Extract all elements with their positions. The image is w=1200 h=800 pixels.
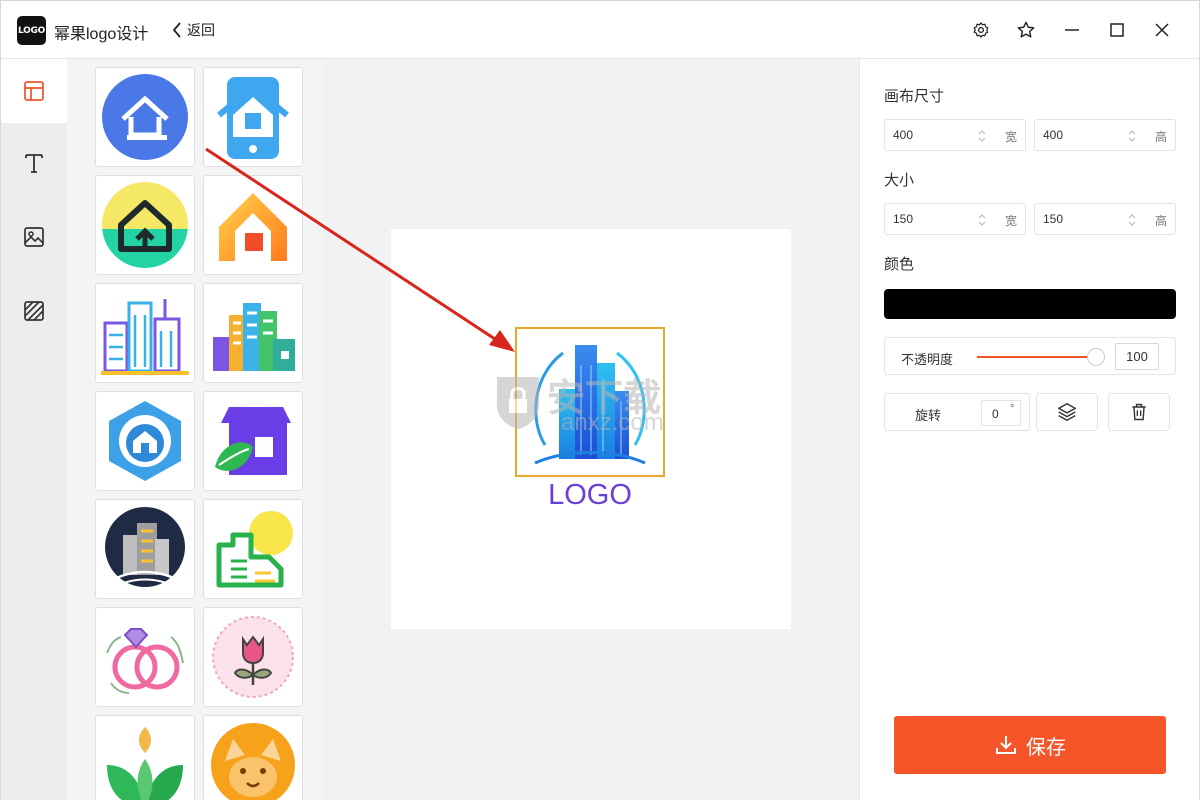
image-icon: [24, 227, 44, 247]
stepper-icon[interactable]: [1127, 212, 1137, 228]
close-icon: [1155, 23, 1169, 37]
house-orange-gradient-icon: [219, 193, 287, 261]
color-picker[interactable]: [884, 289, 1176, 319]
width-unit: 宽: [1004, 130, 1017, 144]
rail-item-image[interactable]: [1, 205, 67, 269]
canvas-width-input[interactable]: 400 宽: [884, 119, 1026, 151]
rose-badge-pink-icon: [212, 616, 294, 698]
watermark-shield-icon: [497, 377, 539, 429]
template-item[interactable]: [203, 715, 303, 800]
design-canvas[interactable]: LOGO 安下载 anxz.com: [391, 229, 791, 629]
house-circle-yellow-green-icon: [102, 182, 188, 268]
template-item[interactable]: [95, 499, 195, 599]
canvas-height-input[interactable]: 400 高: [1034, 119, 1176, 151]
template-item[interactable]: [203, 283, 303, 383]
size-height-input[interactable]: 150 高: [1034, 203, 1176, 235]
back-label: 返回: [187, 22, 215, 38]
stepper-icon[interactable]: [1127, 128, 1137, 144]
tool-rail: [1, 59, 67, 800]
size-width-input[interactable]: 150 宽: [884, 203, 1026, 235]
city-buildings-colorful-icon: [213, 303, 295, 371]
rail-item-templates[interactable]: [1, 59, 67, 123]
rotate-value: 0: [992, 407, 999, 421]
template-item[interactable]: [95, 607, 195, 707]
canvas-width-value: 400: [893, 128, 914, 142]
layers-icon: [1058, 403, 1076, 421]
canvas-area: LOGO 安下载 anxz.com: [323, 59, 859, 800]
fox-orange-circle-icon: [211, 723, 295, 800]
favorite-button[interactable]: [1012, 16, 1040, 44]
rotate-control: 旋转 0 °: [884, 393, 1030, 431]
close-button[interactable]: [1148, 16, 1176, 44]
template-item[interactable]: [203, 67, 303, 167]
rotate-label: 旋转: [915, 408, 942, 423]
size-height-value: 150: [1043, 212, 1064, 226]
template-item[interactable]: [203, 175, 303, 275]
color-label: 颜色: [884, 256, 915, 273]
opacity-input[interactable]: 100: [1115, 343, 1159, 370]
back-button[interactable]: 返回: [171, 18, 215, 42]
opacity-control: 不透明度 100: [884, 337, 1176, 375]
maximize-button[interactable]: [1103, 16, 1131, 44]
app-window: LOGO 幂果logo设计 返回 LOGO 安下载 anxz.com 画布尺寸 …: [0, 0, 1200, 800]
app-logo: LOGO: [17, 16, 46, 45]
save-label: 保存: [1026, 736, 1066, 759]
rail-item-texture[interactable]: [1, 279, 67, 343]
template-item[interactable]: [95, 715, 195, 800]
minimize-icon: [1065, 29, 1079, 31]
opacity-slider-track[interactable]: [977, 356, 1097, 358]
house-phone-blue-icon: [217, 77, 289, 159]
gear-icon: [973, 22, 989, 38]
template-item[interactable]: [95, 391, 195, 491]
minimize-button[interactable]: [1058, 16, 1086, 44]
canvas-size-label: 画布尺寸: [884, 88, 945, 105]
rotate-unit: °: [1010, 403, 1015, 415]
logo-text-element[interactable]: LOGO: [515, 479, 665, 512]
stepper-icon[interactable]: [977, 212, 987, 228]
template-item[interactable]: [95, 67, 195, 167]
opacity-slider-handle[interactable]: [1087, 348, 1105, 366]
title-bar: LOGO 幂果logo设计 返回: [1, 1, 1199, 59]
template-item[interactable]: [203, 499, 303, 599]
rotate-input[interactable]: 0 °: [981, 400, 1021, 426]
settings-button[interactable]: [967, 16, 995, 44]
building-green-sun-icon: [216, 511, 293, 588]
template-item[interactable]: [95, 283, 195, 383]
app-title: 幂果logo设计: [54, 26, 149, 43]
rings-diamond-pink-icon: [106, 628, 184, 694]
template-list: [67, 59, 323, 800]
text-icon: [25, 154, 43, 173]
star-icon: [1017, 21, 1035, 38]
template-item[interactable]: [203, 391, 303, 491]
trash-icon: [1132, 403, 1146, 421]
canvas-height-value: 400: [1043, 128, 1064, 142]
rail-item-text[interactable]: [1, 131, 67, 195]
download-icon: [996, 736, 1016, 754]
leaf-plant-green-icon: [107, 727, 183, 800]
delete-button[interactable]: [1108, 393, 1170, 431]
layer-button[interactable]: [1036, 393, 1098, 431]
template-item[interactable]: [203, 607, 303, 707]
properties-panel: 画布尺寸 400 宽 400 高 大小 150 宽 150 高 颜色 不透明度: [859, 59, 1199, 800]
stepper-icon[interactable]: [977, 128, 987, 144]
save-button[interactable]: 保存: [894, 716, 1166, 774]
chevron-left-icon: [172, 22, 181, 38]
maximize-icon: [1110, 23, 1124, 37]
buildings-dark-circle-icon: [105, 507, 185, 588]
house-shop-purple-leaf-icon: [215, 407, 291, 475]
watermark-subtext: anxz.com: [561, 409, 664, 436]
house-circle-blue-icon: [102, 74, 188, 160]
city-buildings-purple-icon: [101, 299, 189, 375]
texture-icon: [24, 301, 44, 321]
template-item[interactable]: [95, 175, 195, 275]
template-icon: [24, 81, 44, 101]
size-label: 大小: [884, 172, 915, 189]
size-width-value: 150: [893, 212, 914, 226]
house-hexagon-blue-icon: [109, 401, 181, 481]
opacity-label: 不透明度: [901, 352, 954, 367]
width-unit: 宽: [1004, 214, 1017, 228]
height-unit: 高: [1154, 130, 1167, 144]
height-unit: 高: [1154, 214, 1167, 228]
